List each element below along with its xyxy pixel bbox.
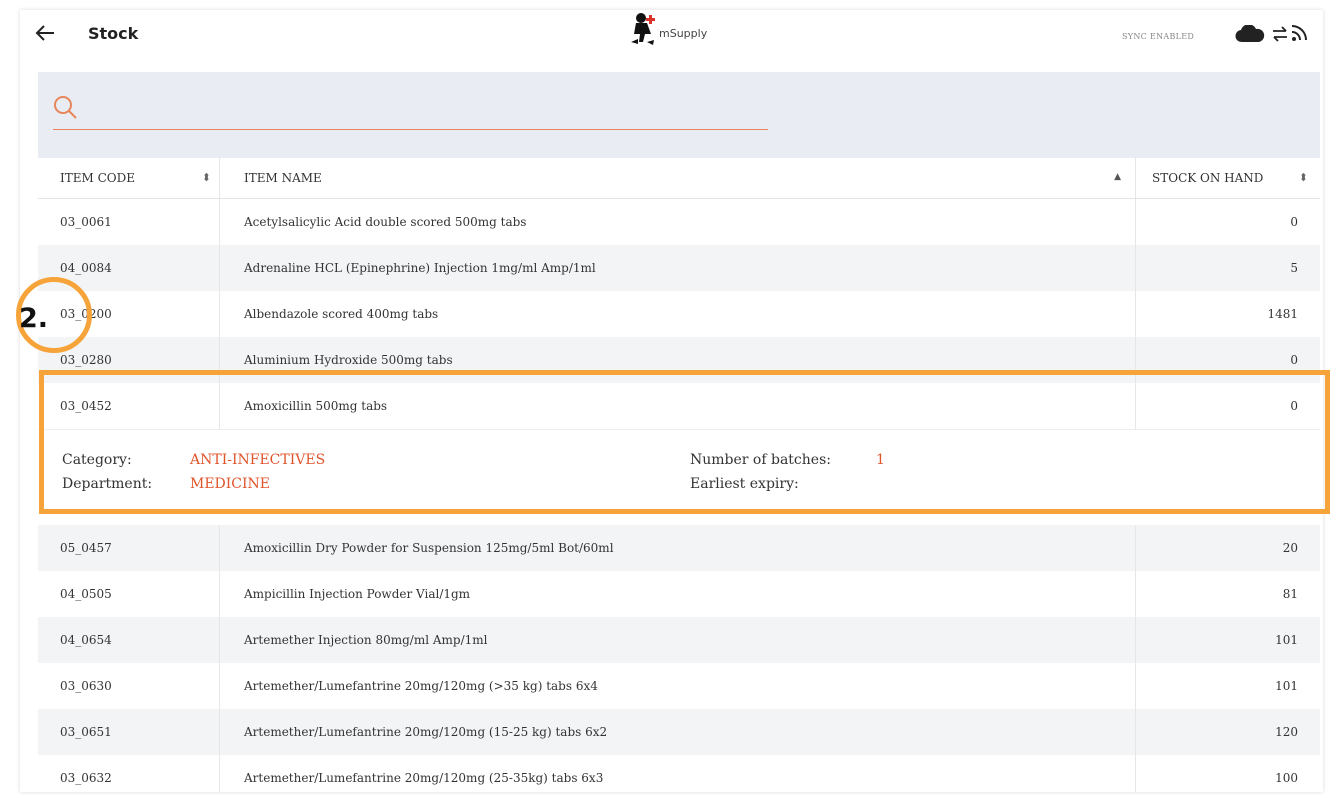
- category-label: Category:: [62, 452, 132, 468]
- table-row[interactable]: 03_0651 Artemether/Lumefantrine 20mg/120…: [38, 709, 1320, 755]
- table-row[interactable]: 03_0280 Aluminium Hydroxide 500mg tabs 0: [38, 337, 1320, 383]
- item-code: 04_0654: [38, 617, 220, 663]
- column-label: ITEM CODE: [60, 171, 136, 185]
- item-name: Aluminium Hydroxide 500mg tabs: [220, 337, 1136, 383]
- stock-on-hand: 0: [1290, 215, 1298, 229]
- table-row[interactable]: 03_0630 Artemether/Lumefantrine 20mg/120…: [38, 663, 1320, 709]
- department-label: Department:: [62, 476, 153, 492]
- item-code: 05_0457: [38, 525, 220, 571]
- search-icon: [54, 96, 77, 119]
- item-code: 03_0200: [38, 291, 220, 337]
- item-name: Amoxicillin 500mg tabs: [220, 383, 1136, 429]
- item-name: Acetylsalicylic Acid double scored 500mg…: [220, 199, 1136, 245]
- table-row[interactable]: 04_0084 Adrenaline HCL (Epinephrine) Inj…: [38, 245, 1320, 291]
- table-row[interactable]: 05_0457 Amoxicillin Dry Powder for Suspe…: [38, 525, 1320, 571]
- page-title: Stock: [88, 24, 139, 43]
- expanded-row-details: Category: ANTI-INFECTIVES Department: ME…: [38, 429, 1320, 525]
- stock-on-hand: 5: [1290, 261, 1298, 275]
- item-name: Artemether/Lumefantrine 20mg/120mg (25-3…: [220, 755, 1136, 792]
- item-code: 03_0061: [38, 199, 220, 245]
- logo-text: mSupply: [659, 26, 708, 40]
- table-row[interactable]: 04_0654 Artemether Injection 80mg/ml Amp…: [38, 617, 1320, 663]
- back-arrow-icon[interactable]: [34, 22, 56, 44]
- search-bar: [38, 72, 1320, 158]
- app-window: Stock mSupply SYNC ENABLED ITEM CODE ⬍ I…: [20, 10, 1323, 792]
- stock-on-hand: 1481: [1267, 307, 1298, 321]
- stock-on-hand: 20: [1282, 541, 1298, 555]
- item-code: 03_0632: [38, 755, 220, 792]
- sort-ascending-icon[interactable]: ▲: [1114, 157, 1121, 197]
- stock-on-hand: 120: [1275, 725, 1298, 739]
- stock-on-hand: 100: [1275, 771, 1298, 785]
- column-label: ITEM NAME: [244, 171, 322, 185]
- table-header: ITEM CODE ⬍ ITEM NAME ▲ STOCK ON HAND ⬍: [38, 158, 1320, 199]
- item-name: Artemether/Lumefantrine 20mg/120mg (15-2…: [220, 709, 1136, 755]
- item-name: Ampicillin Injection Powder Vial/1gm: [220, 571, 1136, 617]
- expiry-label: Earliest expiry:: [690, 476, 799, 492]
- item-code: 03_0651: [38, 709, 220, 755]
- sort-both-icon[interactable]: ⬍: [202, 158, 211, 198]
- item-name: Adrenaline HCL (Epinephrine) Injection 1…: [220, 245, 1136, 291]
- item-name: Albendazole scored 400mg tabs: [220, 291, 1136, 337]
- sort-both-icon[interactable]: ⬍: [1299, 158, 1308, 198]
- item-code: 04_0084: [38, 245, 220, 291]
- batches-value: 1: [876, 452, 885, 468]
- sync-status: SYNC ENABLED: [1122, 32, 1195, 41]
- item-code: 03_0452: [38, 383, 220, 429]
- table-row[interactable]: 03_0061 Acetylsalicylic Acid double scor…: [38, 199, 1320, 245]
- table-row[interactable]: 03_0200 Albendazole scored 400mg tabs 14…: [38, 291, 1320, 337]
- stock-on-hand: 101: [1275, 679, 1298, 693]
- item-name: Artemether/Lumefantrine 20mg/120mg (>35 …: [220, 663, 1136, 709]
- column-header-item-code[interactable]: ITEM CODE ⬍: [38, 158, 220, 198]
- top-bar: Stock mSupply SYNC ENABLED: [20, 10, 1323, 60]
- rss-feed-icon[interactable]: [1291, 24, 1307, 42]
- stock-on-hand: 0: [1290, 353, 1298, 367]
- column-label: STOCK ON HAND: [1152, 171, 1264, 185]
- sync-arrows-icon[interactable]: [1272, 26, 1288, 42]
- column-header-stock-on-hand[interactable]: STOCK ON HAND ⬍: [1136, 158, 1320, 198]
- stock-on-hand: 81: [1282, 587, 1298, 601]
- item-code: 04_0505: [38, 571, 220, 617]
- cloud-icon[interactable]: [1235, 25, 1265, 43]
- search-input[interactable]: [53, 94, 768, 130]
- item-code: 03_0280: [38, 337, 220, 383]
- stock-on-hand: 0: [1290, 399, 1298, 413]
- column-header-item-name[interactable]: ITEM NAME ▲: [220, 158, 1136, 198]
- department-value: MEDICINE: [190, 476, 271, 492]
- item-code: 03_0630: [38, 663, 220, 709]
- batches-label: Number of batches:: [690, 452, 831, 468]
- stock-on-hand: 101: [1275, 633, 1298, 647]
- category-value: ANTI-INFECTIVES: [190, 452, 326, 468]
- stock-table: ITEM CODE ⬍ ITEM NAME ▲ STOCK ON HAND ⬍ …: [38, 158, 1320, 792]
- table-row[interactable]: 03_0632 Artemether/Lumefantrine 20mg/120…: [38, 755, 1320, 792]
- item-name: Amoxicillin Dry Powder for Suspension 12…: [220, 525, 1136, 571]
- item-name: Artemether Injection 80mg/ml Amp/1ml: [220, 617, 1136, 663]
- table-row-selected[interactable]: 03_0452 Amoxicillin 500mg tabs 0: [38, 383, 1320, 429]
- msupply-logo: mSupply: [629, 12, 707, 46]
- stock-page-content: ITEM CODE ⬍ ITEM NAME ▲ STOCK ON HAND ⬍ …: [38, 72, 1320, 792]
- mascot-icon: [631, 13, 655, 45]
- table-row[interactable]: 04_0505 Ampicillin Injection Powder Vial…: [38, 571, 1320, 617]
